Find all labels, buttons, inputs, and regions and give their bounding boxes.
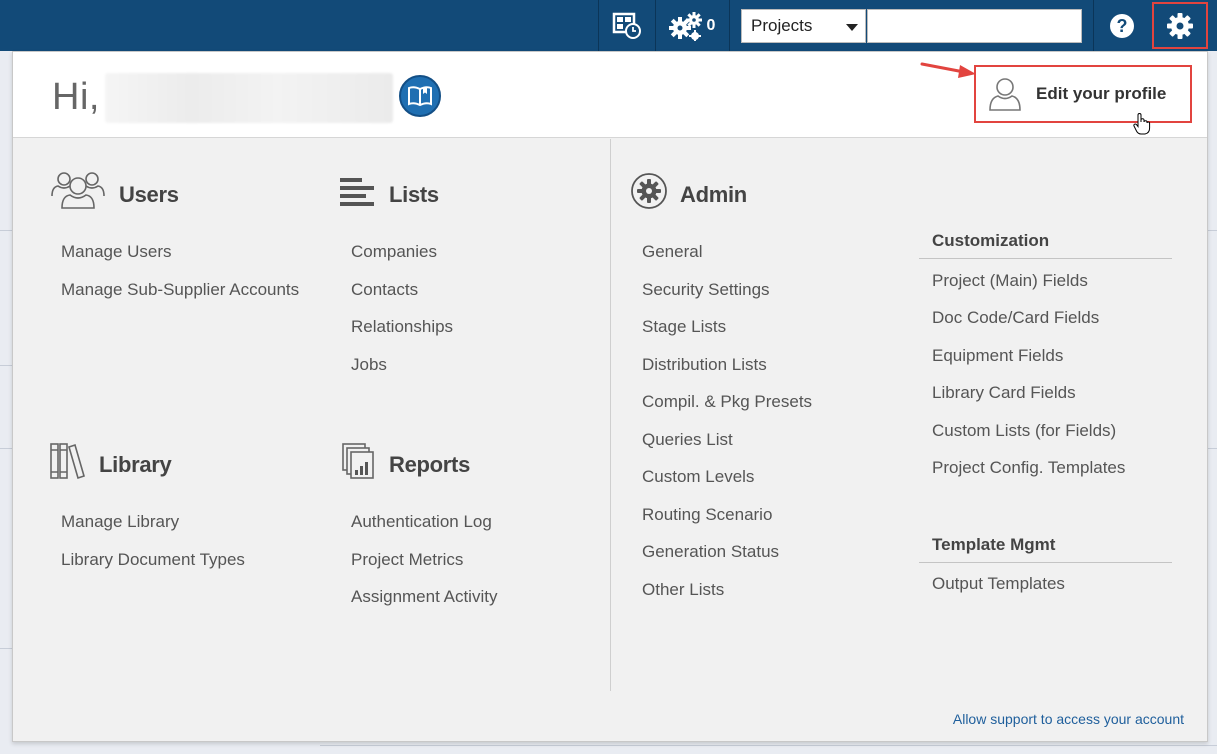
search-field bbox=[867, 9, 1082, 43]
general-link[interactable]: General bbox=[642, 242, 702, 262]
manage-users-link[interactable]: Manage Users bbox=[61, 242, 172, 262]
background-jobs-button[interactable]: 0 bbox=[656, 0, 728, 51]
security-settings-link[interactable]: Security Settings bbox=[642, 280, 770, 300]
manage-sub-supplier-accounts-link[interactable]: Manage Sub-Supplier Accounts bbox=[61, 280, 299, 300]
allow-support-access-link[interactable]: Allow support to access your account bbox=[953, 711, 1184, 727]
doc-code-card-fields-link[interactable]: Doc Code/Card Fields bbox=[932, 308, 1099, 328]
project-select[interactable]: Projects bbox=[741, 9, 866, 43]
top-navigation-bar: 0 Projects ? bbox=[0, 0, 1217, 51]
library-section-title: Library bbox=[99, 452, 172, 477]
relationships-link[interactable]: Relationships bbox=[351, 317, 453, 337]
admin-gear-icon bbox=[631, 173, 667, 209]
dashboard-history-button[interactable] bbox=[599, 0, 655, 51]
stage-lists-link[interactable]: Stage Lists bbox=[642, 317, 726, 337]
jobs-counter: 0 bbox=[706, 16, 716, 34]
redacted-user-name bbox=[105, 73, 393, 123]
library-books-icon bbox=[50, 443, 85, 480]
greeting-text: Hi, bbox=[52, 76, 100, 118]
generation-status-link[interactable]: Generation Status bbox=[642, 542, 779, 562]
library-card-fields-link[interactable]: Library Card Fields bbox=[932, 383, 1076, 403]
settings-button[interactable] bbox=[1152, 2, 1208, 49]
template-mgmt-divider bbox=[919, 562, 1172, 563]
reports-section-title: Reports bbox=[389, 452, 471, 477]
routing-scenario-link[interactable]: Routing Scenario bbox=[642, 505, 772, 525]
reports-icon bbox=[342, 443, 374, 479]
chevron-down-icon bbox=[846, 24, 858, 31]
customization-divider bbox=[919, 258, 1172, 259]
red-arrow-annotation bbox=[920, 62, 976, 78]
help-icon: ? bbox=[1110, 13, 1134, 38]
project-config-templates-link[interactable]: Project Config. Templates bbox=[932, 458, 1125, 478]
users-icon bbox=[51, 172, 105, 209]
hand-cursor-icon bbox=[1133, 113, 1151, 135]
gears-icon bbox=[668, 11, 702, 41]
distribution-lists-link[interactable]: Distribution Lists bbox=[642, 355, 767, 375]
column-divider bbox=[610, 139, 611, 691]
project-select-value: Projects bbox=[751, 16, 813, 35]
compil-pkg-presets-link[interactable]: Compil. & Pkg Presets bbox=[642, 392, 812, 412]
users-section-title: Users bbox=[119, 182, 179, 207]
list-icon bbox=[340, 178, 374, 206]
companies-link[interactable]: Companies bbox=[351, 242, 437, 262]
authentication-log-link[interactable]: Authentication Log bbox=[351, 512, 492, 532]
output-templates-link[interactable]: Output Templates bbox=[932, 574, 1065, 594]
search-input[interactable] bbox=[872, 11, 1075, 41]
queries-list-link[interactable]: Queries List bbox=[642, 430, 733, 450]
custom-lists-for-fields-link[interactable]: Custom Lists (for Fields) bbox=[932, 421, 1116, 441]
edit-profile-label: Edit your profile bbox=[1036, 84, 1167, 103]
svg-text:?: ? bbox=[1117, 16, 1128, 36]
menu-header: Hi, Edit your profile bbox=[13, 52, 1207, 138]
assignment-activity-link[interactable]: Assignment Activity bbox=[351, 587, 497, 607]
user-icon bbox=[989, 78, 1021, 111]
gear-icon bbox=[1167, 12, 1193, 39]
dashboard-clock-icon bbox=[612, 12, 641, 39]
user-guide-button[interactable] bbox=[399, 75, 441, 117]
custom-levels-link[interactable]: Custom Levels bbox=[642, 467, 754, 487]
project-metrics-link[interactable]: Project Metrics bbox=[351, 550, 463, 570]
equipment-fields-link[interactable]: Equipment Fields bbox=[932, 346, 1063, 366]
contacts-link[interactable]: Contacts bbox=[351, 280, 418, 300]
edit-profile-button[interactable]: Edit your profile bbox=[974, 65, 1192, 123]
settings-menu-panel: Hi, Edit your profile Users Manage Users… bbox=[12, 51, 1208, 742]
jobs-link[interactable]: Jobs bbox=[351, 355, 387, 375]
manage-library-link[interactable]: Manage Library bbox=[61, 512, 179, 532]
template-mgmt-heading: Template Mgmt bbox=[932, 535, 1056, 554]
other-lists-link[interactable]: Other Lists bbox=[642, 580, 724, 600]
project-main-fields-link[interactable]: Project (Main) Fields bbox=[932, 271, 1088, 291]
help-button[interactable]: ? bbox=[1094, 0, 1150, 51]
lists-section-title: Lists bbox=[389, 182, 439, 207]
book-icon bbox=[408, 86, 432, 107]
library-document-types-link[interactable]: Library Document Types bbox=[61, 550, 245, 570]
admin-section-title: Admin bbox=[680, 182, 747, 207]
customization-heading: Customization bbox=[932, 231, 1050, 250]
